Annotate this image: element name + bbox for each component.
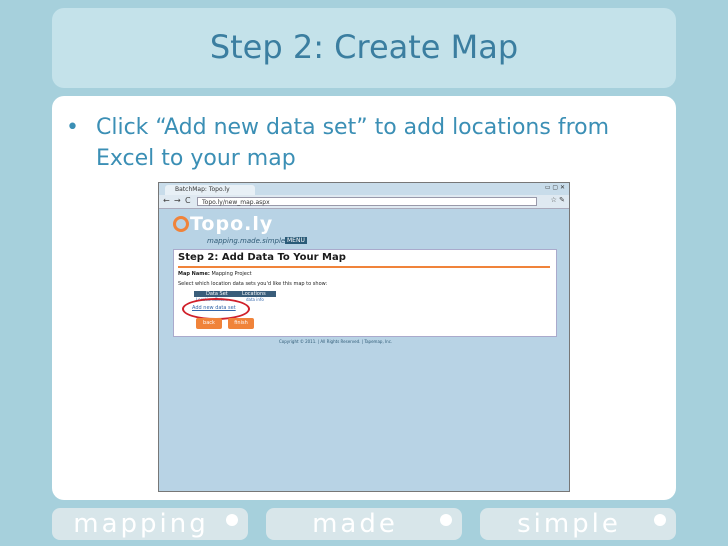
pill-word: made — [312, 509, 398, 539]
row-locations[interactable]: data info — [246, 297, 264, 303]
browser-tab[interactable]: BatchMap: Topo.ly — [165, 185, 255, 195]
logo-text: Topo.ly — [190, 213, 274, 235]
browser-nav-bar: ← → C Topo.ly/new_map.aspx ☆ ✎ — [159, 195, 569, 209]
map-name-value: Mapping Project — [211, 271, 252, 277]
browser-screenshot: BatchMap: Topo.ly ▭ ▢ ✕ ← → C Topo.ly/ne… — [158, 182, 570, 492]
pill-dot-icon — [226, 514, 238, 526]
topoly-logo: Topo.ly — [173, 213, 273, 235]
pill-word: mapping — [73, 509, 209, 539]
forward-arrow-icon[interactable]: → — [174, 196, 181, 205]
pill-dot-icon — [654, 514, 666, 526]
bottom-pill-made: made — [266, 508, 462, 540]
window-controls-icon[interactable]: ▭ ▢ ✕ — [545, 184, 565, 191]
back-arrow-icon[interactable]: ← — [163, 196, 170, 205]
step-heading: Step 2: Add Data To Your Map — [178, 252, 346, 263]
web-page: Topo.ly mapping.made.simple MENU Step 2:… — [159, 209, 569, 491]
reload-icon[interactable]: C — [185, 196, 191, 205]
back-button[interactable]: back — [196, 318, 222, 329]
browser-tools-icon[interactable]: ☆ ✎ — [551, 196, 565, 204]
pill-dot-icon — [440, 514, 452, 526]
page-footer: Copyright © 2011. | All Rights Reserved.… — [279, 339, 393, 344]
pill-word: simple — [517, 509, 621, 539]
bottom-pill-mapping: mapping — [52, 508, 248, 540]
address-bar[interactable]: Topo.ly/new_map.aspx — [197, 197, 537, 206]
finish-button[interactable]: finish — [228, 318, 254, 329]
add-new-data-set-link[interactable]: Add new data set — [192, 305, 236, 311]
menu-button[interactable]: MENU — [285, 237, 307, 244]
instruction-text: Select which location data sets you'd li… — [178, 281, 328, 287]
bullet-text: Click “Add new data set” to add location… — [96, 115, 610, 171]
bullet-dot-icon: • — [66, 115, 79, 140]
title-banner: Step 2: Create Map — [52, 8, 676, 88]
app-tagline: mapping.made.simple — [207, 237, 286, 245]
map-name-label: Map Name: — [178, 271, 210, 277]
step-card: Step 2: Add Data To Your Map Map Name: M… — [173, 249, 557, 337]
browser-tab-bar: BatchMap: Topo.ly ▭ ▢ ✕ — [159, 183, 569, 195]
bottom-pill-simple: simple — [480, 508, 676, 540]
slide-title: Step 2: Create Map — [209, 28, 519, 66]
logo-ring-icon — [173, 216, 189, 232]
map-name-line: Map Name: Mapping Project — [178, 271, 252, 277]
heading-divider — [178, 266, 550, 268]
content-panel: • Click “Add new data set” to add locati… — [52, 96, 676, 500]
